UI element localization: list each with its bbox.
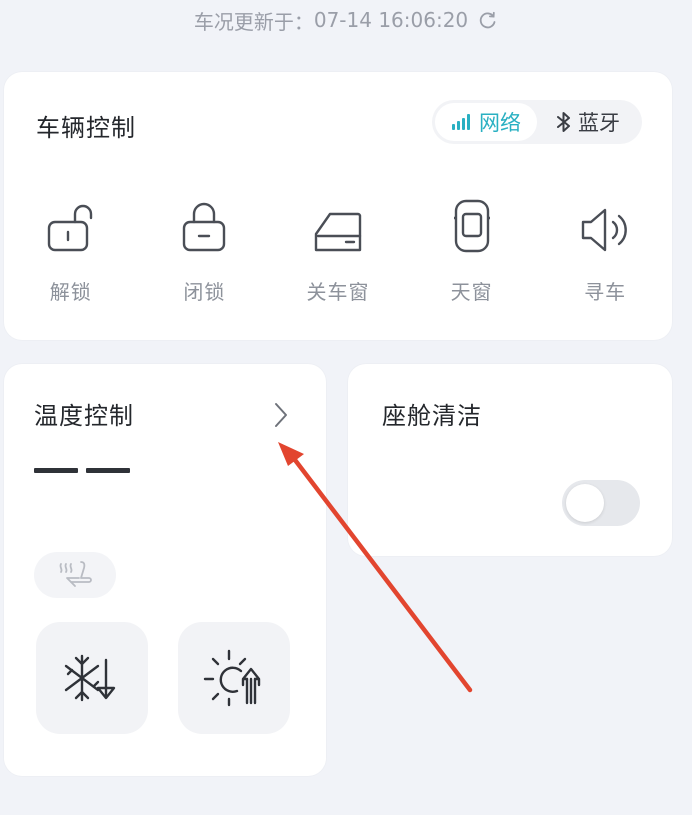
unlock-icon bbox=[47, 204, 92, 252]
seat-heat-icon bbox=[59, 561, 92, 587]
temperature-value bbox=[34, 468, 130, 473]
unlock-label: 解锁 bbox=[49, 280, 92, 304]
snowflake-down-icon bbox=[64, 654, 116, 702]
car-window-icon bbox=[314, 212, 362, 252]
temperature-control-card[interactable]: 温度控制 bbox=[4, 364, 326, 776]
network-option[interactable]: 网络 bbox=[435, 103, 537, 141]
bluetooth-option[interactable]: 蓝牙 bbox=[537, 103, 639, 141]
bluetooth-label: 蓝牙 bbox=[578, 111, 620, 135]
update-label: 车况更新于： bbox=[193, 9, 314, 34]
close-window-button[interactable]: 关车窗 bbox=[271, 198, 405, 305]
temperature-control-title: 温度控制 bbox=[34, 402, 134, 430]
refresh-icon[interactable] bbox=[478, 10, 498, 30]
sun-up-icon bbox=[203, 649, 261, 707]
lock-button[interactable]: 闭锁 bbox=[138, 198, 272, 305]
sunroof-label: 天窗 bbox=[450, 280, 493, 304]
bluetooth-icon bbox=[557, 112, 570, 132]
update-time: 07-14 16:06:20 bbox=[313, 8, 469, 32]
find-car-label: 寻车 bbox=[584, 280, 627, 304]
status-line: 车况更新于： 07-14 16:06:20 bbox=[0, 2, 692, 38]
chevron-right-icon[interactable] bbox=[274, 402, 288, 432]
vehicle-controls: 解锁 闭锁 关车窗 天窗 寻车 bbox=[4, 198, 672, 305]
cabin-clean-card: 座舱清洁 bbox=[348, 364, 672, 556]
sunroof-button[interactable]: 天窗 bbox=[405, 198, 539, 305]
connection-toggle: 网络 蓝牙 bbox=[432, 100, 642, 144]
cool-button[interactable] bbox=[36, 622, 148, 734]
vehicle-control-card: 车辆控制 网络 蓝牙 解锁 闭锁 关车窗 天窗 寻车 bbox=[4, 72, 672, 340]
signal-icon bbox=[452, 114, 470, 130]
sunroof-icon bbox=[453, 199, 490, 253]
vehicle-control-title: 车辆控制 bbox=[36, 114, 136, 142]
network-label: 网络 bbox=[479, 111, 521, 135]
lock-label: 闭锁 bbox=[183, 280, 226, 304]
heat-button[interactable] bbox=[178, 622, 290, 734]
find-car-button[interactable]: 寻车 bbox=[538, 198, 672, 305]
cabin-clean-switch[interactable] bbox=[562, 480, 640, 526]
lock-icon bbox=[183, 202, 226, 252]
unlock-button[interactable]: 解锁 bbox=[4, 198, 138, 305]
cabin-clean-title: 座舱清洁 bbox=[382, 402, 482, 430]
speaker-icon bbox=[581, 208, 628, 252]
close-window-label: 关车窗 bbox=[306, 280, 370, 304]
seat-heat-button[interactable] bbox=[34, 552, 116, 598]
switch-knob bbox=[566, 484, 604, 522]
